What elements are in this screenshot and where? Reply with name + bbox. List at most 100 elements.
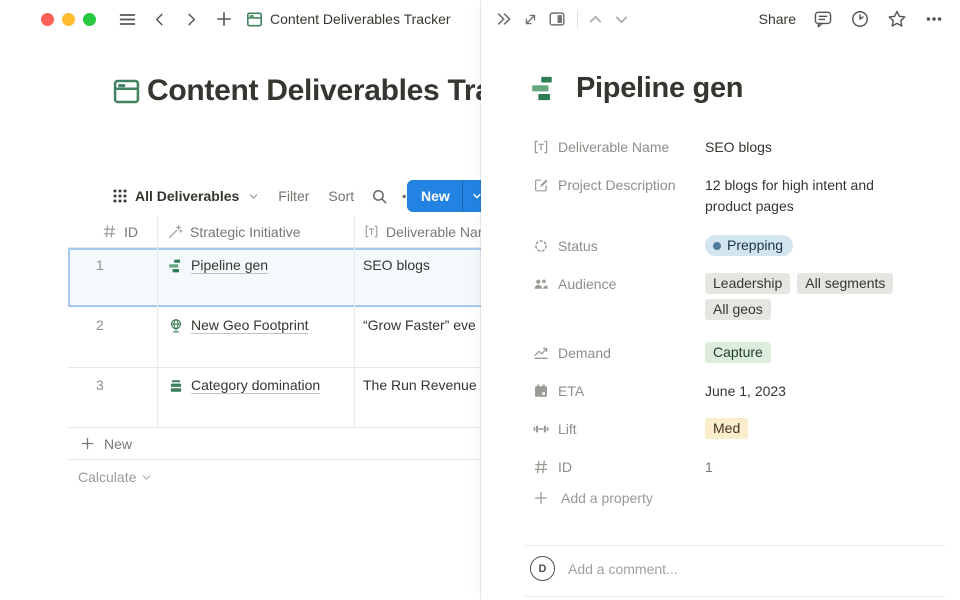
green-bars-icon [168, 258, 184, 274]
audience-tag[interactable]: Leadership [705, 273, 790, 294]
new-tab-plus-icon[interactable] [215, 10, 233, 28]
close-window-button[interactable] [41, 13, 54, 26]
next-record-chevron-down-icon[interactable] [613, 11, 630, 28]
property-value[interactable]: Prepping [705, 235, 945, 256]
property-label[interactable]: ID [533, 456, 705, 478]
tag-label: Med [713, 418, 740, 439]
property-label[interactable]: Demand [533, 342, 705, 364]
titlebar: Content Deliverables Tracker [0, 0, 481, 38]
minimize-window-button[interactable] [62, 13, 75, 26]
close-peek-double-chevron-icon[interactable] [495, 10, 513, 28]
back-icon[interactable] [152, 12, 167, 27]
cell-id[interactable]: 1 [68, 248, 158, 307]
updates-clock-icon[interactable] [850, 9, 870, 29]
cell-strategic-initiative[interactable]: Pipeline gen [158, 248, 355, 307]
edit-icon [533, 177, 549, 193]
green-bars-icon [530, 74, 559, 103]
property-row-project-description: Project Description 12 blogs for high in… [533, 170, 946, 221]
status-tag[interactable]: Prepping [705, 235, 793, 256]
expand-diagonal-icon[interactable] [522, 11, 539, 28]
property-name: Audience [558, 276, 616, 292]
chevron-down-icon [141, 472, 152, 483]
property-name: ID [558, 459, 572, 475]
toolbar-divider [577, 11, 578, 28]
property-value[interactable]: Capture [705, 342, 945, 363]
status-dot [713, 242, 721, 250]
audience-tag[interactable]: All geos [705, 299, 771, 320]
add-new-row-label: New [104, 436, 132, 452]
property-value[interactable]: Med [705, 418, 945, 439]
peek-toolbar-right: Share [759, 9, 944, 29]
cell-id[interactable]: 3 [68, 368, 158, 427]
comment-divider [525, 545, 945, 546]
hamburger-menu-icon[interactable] [118, 10, 137, 29]
calculate-button[interactable]: Calculate [78, 462, 152, 492]
page-table-icon [246, 11, 263, 28]
column-header-strategic-initiative[interactable]: Strategic Initiative [158, 216, 355, 247]
forward-icon[interactable] [184, 12, 199, 27]
property-row-eta: ETA June 1, 2023 [533, 376, 946, 406]
column-label: ID [124, 224, 138, 240]
demand-tag[interactable]: Capture [705, 342, 771, 363]
sort-button[interactable]: Sort [328, 188, 354, 204]
new-record-button[interactable]: New [407, 180, 491, 212]
property-label[interactable]: Project Description [533, 174, 705, 196]
tag-label: Prepping [727, 235, 783, 256]
chevron-down-icon [248, 191, 259, 202]
property-value[interactable]: 12 blogs for high intent and product pag… [705, 174, 913, 217]
previous-record-chevron-up-icon[interactable] [587, 11, 604, 28]
zoom-window-button[interactable] [83, 13, 96, 26]
record-title[interactable]: Pipeline gen [576, 72, 743, 105]
app-window: Content Deliverables Tracker Content Del… [0, 0, 960, 600]
property-name: Demand [558, 345, 611, 361]
cell-strategic-initiative[interactable]: Category domination [158, 368, 355, 427]
property-value[interactable]: June 1, 2023 [705, 380, 946, 402]
audience-tag[interactable]: All segments [797, 273, 893, 294]
relation-link[interactable]: New Geo Footprint [191, 317, 309, 333]
page-table-icon [112, 77, 141, 106]
property-row-deliverable-name: Deliverable Name SEO blogs [533, 132, 946, 162]
property-label[interactable]: Audience [533, 273, 705, 295]
search-icon[interactable] [371, 188, 388, 205]
view-name: All Deliverables [135, 188, 239, 204]
relation-link[interactable]: Pipeline gen [191, 257, 268, 273]
cell-id[interactable]: 2 [68, 308, 158, 367]
property-value[interactable]: 1 [705, 456, 946, 478]
relation-link[interactable]: Category domination [191, 377, 320, 393]
filter-button[interactable]: Filter [278, 188, 309, 204]
property-row-audience: Audience Leadership All segments All geo… [533, 269, 946, 324]
line-chart-icon [533, 345, 549, 361]
property-name: Deliverable Name [558, 139, 669, 155]
share-button[interactable]: Share [759, 11, 796, 27]
add-property-button[interactable]: Add a property [533, 490, 946, 506]
property-value[interactable]: SEO blogs [705, 136, 946, 158]
peek-toolbar: Share [481, 0, 960, 38]
favorite-star-icon[interactable] [887, 9, 907, 29]
property-label[interactable]: ETA [533, 380, 705, 402]
property-label[interactable]: Lift [533, 418, 705, 440]
view-selector[interactable]: All Deliverables [112, 188, 259, 204]
globe-icon [168, 318, 184, 334]
property-row-status: Status Prepping [533, 231, 946, 261]
new-record-button-label: New [407, 180, 462, 212]
side-peek-icon[interactable] [548, 10, 566, 28]
comment-input[interactable]: Add a comment... [568, 561, 678, 577]
more-options-icon[interactable] [924, 9, 944, 29]
tag-label: All geos [713, 299, 763, 320]
wand-sparkles-icon [167, 224, 183, 240]
calculate-label: Calculate [78, 469, 136, 485]
comment-composer: D Add a comment... [530, 556, 678, 581]
property-value[interactable]: Leadership All segments All geos [705, 273, 945, 320]
property-label[interactable]: Deliverable Name [533, 136, 705, 158]
property-row-demand: Demand Capture [533, 338, 946, 368]
calendar-icon [533, 383, 549, 399]
title-icon [533, 139, 549, 155]
cell-strategic-initiative[interactable]: New Geo Footprint [158, 308, 355, 367]
property-name: Status [558, 238, 598, 254]
column-header-id[interactable]: ID [68, 216, 158, 247]
lift-tag[interactable]: Med [705, 418, 748, 439]
property-name: ETA [558, 383, 584, 399]
hash-icon [533, 459, 549, 475]
property-label[interactable]: Status [533, 235, 705, 257]
comments-icon[interactable] [813, 9, 833, 29]
